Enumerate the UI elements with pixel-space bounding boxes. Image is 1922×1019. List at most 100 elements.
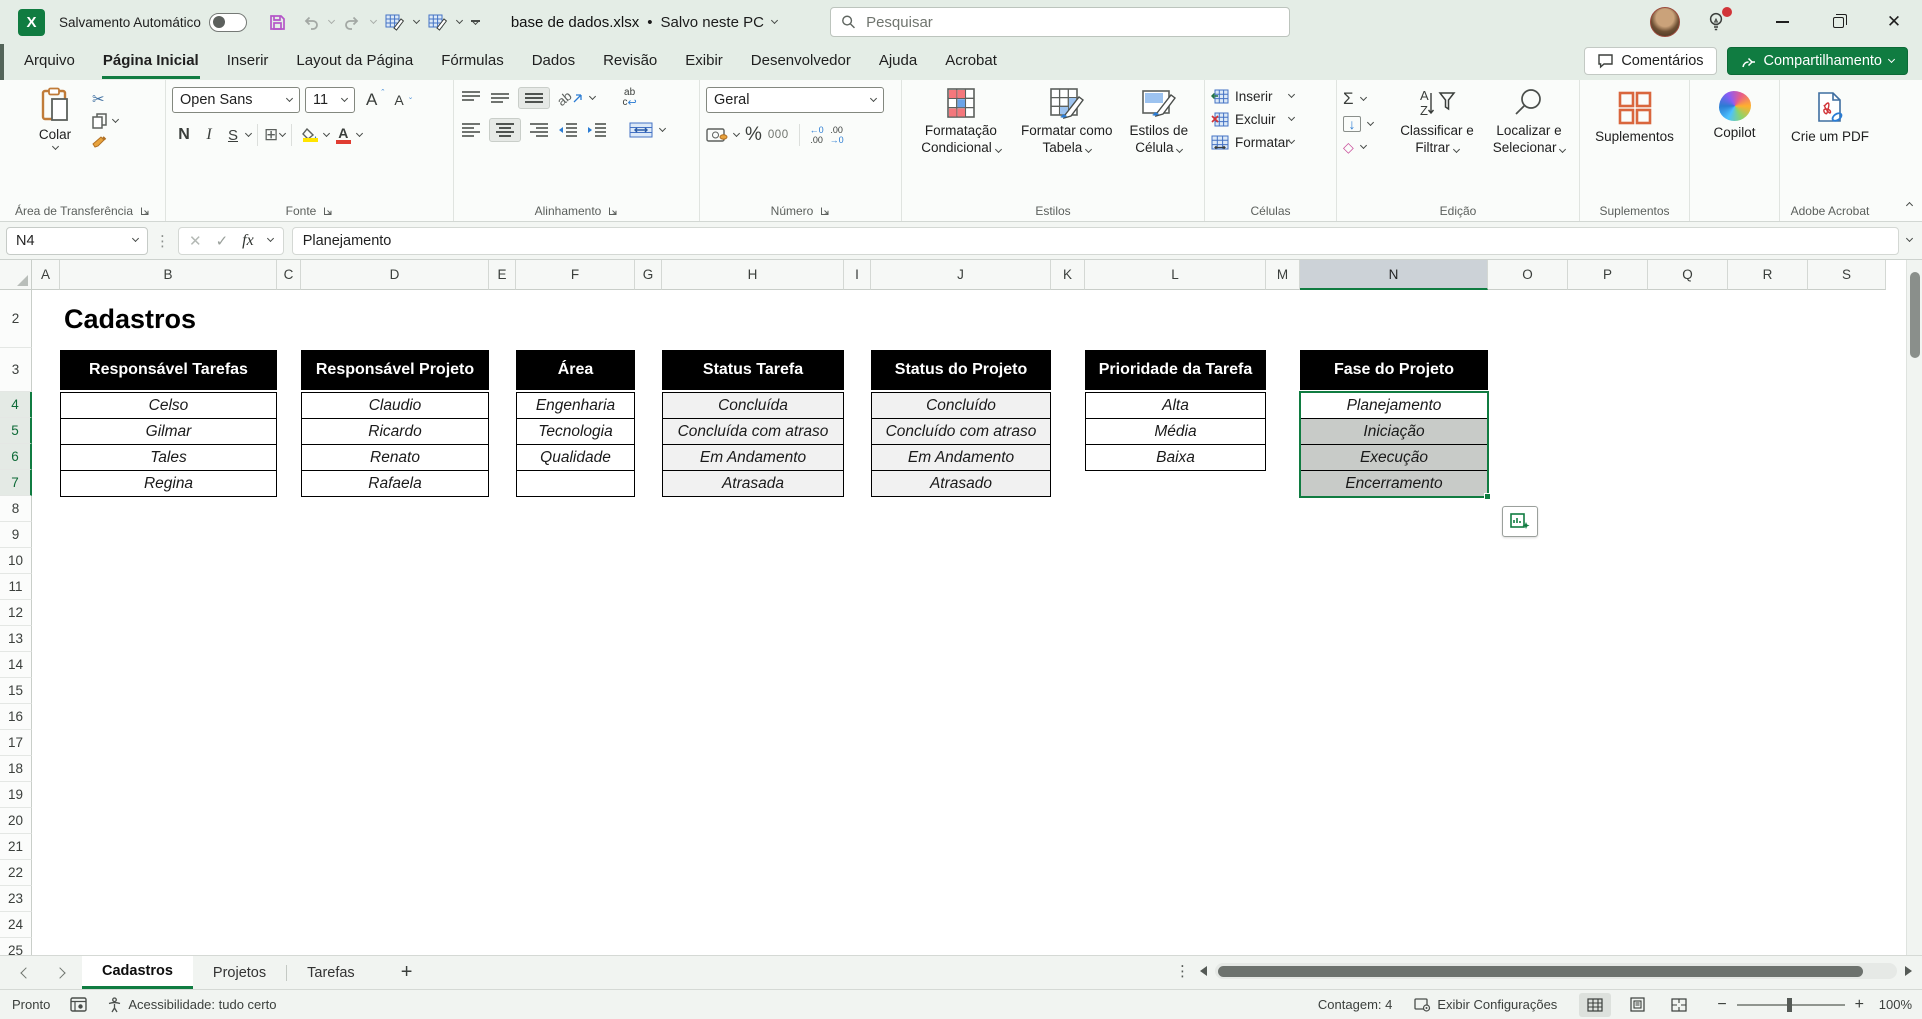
delete-cells-button[interactable]: Excluir [1211,112,1330,127]
column-header-O[interactable]: O [1488,260,1568,290]
row-header-8[interactable]: 8 [0,496,32,522]
macro-record-icon[interactable] [70,997,87,1012]
font-color-button[interactable]: A [331,126,355,144]
tab-inserir[interactable]: Inserir [213,44,283,80]
close-button[interactable]: ✕ [1866,0,1922,44]
tab-arquivo[interactable]: Arquivo [10,44,89,80]
cell-F5[interactable]: Tecnologia [516,418,635,445]
cell-N5[interactable]: Iniciação [1300,418,1488,445]
cell-D7[interactable]: Rafaela [301,470,489,497]
redo-button[interactable] [338,8,367,36]
row-header-18[interactable]: 18 [0,756,32,782]
format-painter-icon[interactable] [92,135,108,150]
fx-dropdown-icon[interactable] [267,235,274,242]
new-sheet-button[interactable]: + [375,956,439,989]
shrink-font-button[interactable]: Aˆ [388,92,409,108]
align-middle-icon[interactable] [489,89,511,107]
cell-N7[interactable]: Encerramento [1300,470,1488,497]
cell-F6[interactable]: Qualidade [516,444,635,471]
scroll-left-icon[interactable] [1200,966,1207,976]
cell-N6[interactable]: Execução [1300,444,1488,471]
sheet-title-cell[interactable]: Cadastros [64,290,196,348]
vertical-scrollbar-thumb[interactable] [1910,272,1920,358]
share-dropdown-icon[interactable] [1888,55,1895,62]
cell-styles-button[interactable]: Estilos de Célula [1120,87,1198,157]
zoom-in-button[interactable]: + [1855,996,1864,1014]
table-header-D3[interactable]: Responsável Projeto [301,350,489,390]
undo-button[interactable] [296,8,325,36]
column-header-P[interactable]: P [1568,260,1648,290]
autosave-toggle[interactable] [209,13,247,32]
paste-button[interactable]: Colar [28,87,82,150]
column-header-F[interactable]: F [516,260,635,290]
copy-dropdown-icon[interactable] [112,115,119,122]
column-header-A[interactable]: A [32,260,60,290]
row-header-2[interactable]: 2 [0,290,32,348]
row-header-23[interactable]: 23 [0,886,32,912]
vertical-scrollbar[interactable] [1906,260,1922,955]
row-header-17[interactable]: 17 [0,730,32,756]
tab-exibir[interactable]: Exibir [671,44,737,80]
format-cells-button[interactable]: Formatar [1211,135,1330,150]
column-header-E[interactable]: E [489,260,516,290]
copy-icon[interactable] [92,113,107,129]
confirm-entry-icon[interactable]: ✓ [216,232,229,250]
table-tool-icon[interactable] [380,8,410,36]
avatar[interactable] [1650,7,1680,37]
tab-fórmulas[interactable]: Fórmulas [427,44,518,80]
tab-acrobat[interactable]: Acrobat [931,44,1011,80]
row-header-10[interactable]: 10 [0,548,32,574]
cell-J4[interactable]: Concluído [871,392,1051,419]
conditional-formatting-button[interactable]: Formatação Condicional [908,87,1014,157]
table-header-N3[interactable]: Fase do Projeto [1300,350,1488,390]
increase-decimal-button[interactable]: ←0.00 [810,125,824,146]
accessibility-status[interactable]: Acessibilidade: tudo certo [107,997,276,1013]
sheet-tab-tarefas[interactable]: Tarefas [287,956,375,989]
cell-J5[interactable]: Concluído com atraso [871,418,1051,445]
column-header-S[interactable]: S [1808,260,1886,290]
document-title[interactable]: base de dados.xlsx • Salvo neste PC [511,14,777,31]
display-settings-button[interactable]: Exibir Configurações [1414,997,1557,1012]
scroll-right-icon[interactable] [1905,966,1912,976]
row-header-14[interactable]: 14 [0,652,32,678]
prev-sheet-icon[interactable] [20,967,31,978]
cell-D5[interactable]: Ricardo [301,418,489,445]
expand-formula-bar-icon[interactable] [1906,235,1913,242]
number-format-select[interactable]: Geral [706,87,884,113]
row-header-6[interactable]: 6 [0,444,32,470]
row-header-5[interactable]: 5 [0,418,32,444]
cell-B6[interactable]: Tales [60,444,277,471]
table-tool2-icon[interactable] [423,8,453,36]
collapse-ribbon-icon[interactable] [1907,195,1912,213]
sheet-canvas[interactable]: CadastrosResponsável TarefasCelsoGilmarT… [0,290,1906,955]
row-header-16[interactable]: 16 [0,704,32,730]
quick-analysis-button[interactable] [1502,506,1538,537]
bold-button[interactable]: N [172,126,196,144]
comments-button[interactable]: Comentários [1584,47,1716,75]
name-box[interactable]: N4 [6,227,148,255]
tab-página-inicial[interactable]: Página Inicial [89,44,213,80]
normal-view-button[interactable] [1579,993,1611,1017]
row-header-7[interactable]: 7 [0,470,32,496]
zoom-out-button[interactable]: − [1717,996,1726,1014]
tab-scroll-grip[interactable]: ⋮ [1175,962,1190,980]
column-header-J[interactable]: J [871,260,1051,290]
clear-button[interactable]: ◇ [1343,139,1389,156]
sort-filter-button[interactable]: AZ Classificar e Filtrar [1393,87,1481,157]
search-box[interactable] [830,7,1290,37]
insert-function-icon[interactable]: fx [242,232,254,250]
cell-B7[interactable]: Regina [60,470,277,497]
fill-color-button[interactable] [298,128,322,142]
clipboard-dialog-launcher-icon[interactable] [140,206,150,216]
sheet-tab-cadastros[interactable]: Cadastros [82,956,193,989]
cell-F4[interactable]: Engenharia [516,392,635,419]
title-dropdown-icon[interactable] [771,16,778,23]
table-header-F3[interactable]: Área [516,350,635,390]
fill-color-dropdown-icon[interactable] [323,129,330,136]
row-header-11[interactable]: 11 [0,574,32,600]
increase-indent-icon[interactable] [586,122,608,138]
sheet-tab-projetos[interactable]: Projetos [193,956,286,989]
italic-button[interactable]: I [198,126,220,144]
row-header-15[interactable]: 15 [0,678,32,704]
table-tool-dropdown-icon[interactable] [413,16,420,23]
